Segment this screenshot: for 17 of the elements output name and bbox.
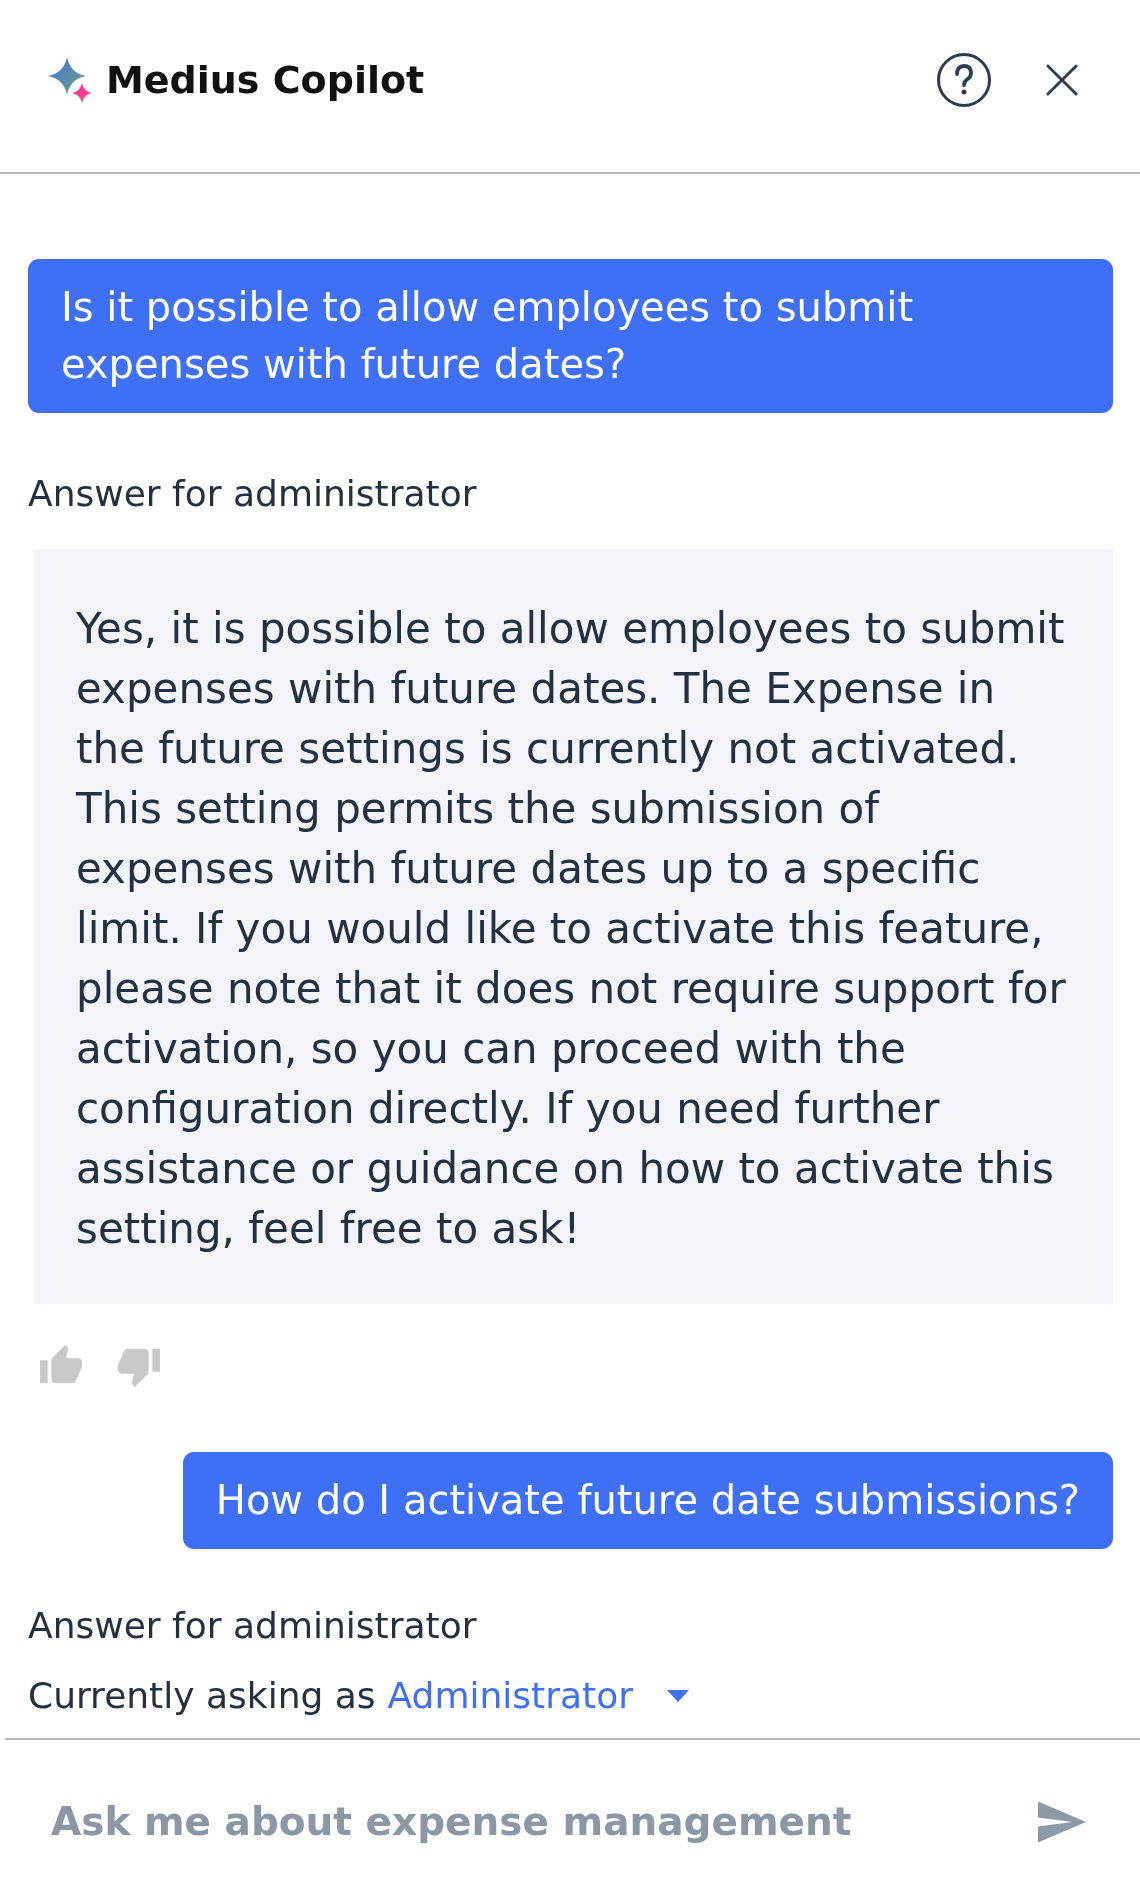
role-prefix-text: Currently asking as xyxy=(28,1674,376,1718)
question-bubble: How do I activate future date submissions? xyxy=(182,1452,1113,1549)
send-icon xyxy=(1038,1799,1086,1844)
question-bubble: Is it possible to allow employees to submit expenses with future dates? xyxy=(28,259,1113,413)
message-input[interactable]: Ask me about expense management xyxy=(45,1789,1008,1854)
close-button[interactable] xyxy=(1046,64,1078,96)
help-button[interactable] xyxy=(936,52,992,108)
caret-icon xyxy=(667,1690,689,1702)
answer-text: Yes, it is possible to allow employees to submit expenses with future dates. The Expense in the future settings is currently not activated. This setting permits the submission of expenses with future dates up to a specific limit. If you would like to activate this feature, please note that it does not require support for activation, so you can proceed with the configuration directly. If you need further assistance or guidance on how to activate this setting, feel free to ask! xyxy=(34,549,1113,1304)
answer-label: Answer for administrator xyxy=(28,472,478,516)
sparkle-logo-icon xyxy=(48,57,92,103)
role-dropdown[interactable]: Administrator xyxy=(387,1674,689,1718)
panel-title: Medius Copilot xyxy=(106,57,425,104)
send-button[interactable] xyxy=(1038,1799,1086,1844)
answer-label: Answer for administrator xyxy=(28,1604,478,1648)
help-icon xyxy=(936,52,992,108)
close-icon xyxy=(1046,64,1078,96)
